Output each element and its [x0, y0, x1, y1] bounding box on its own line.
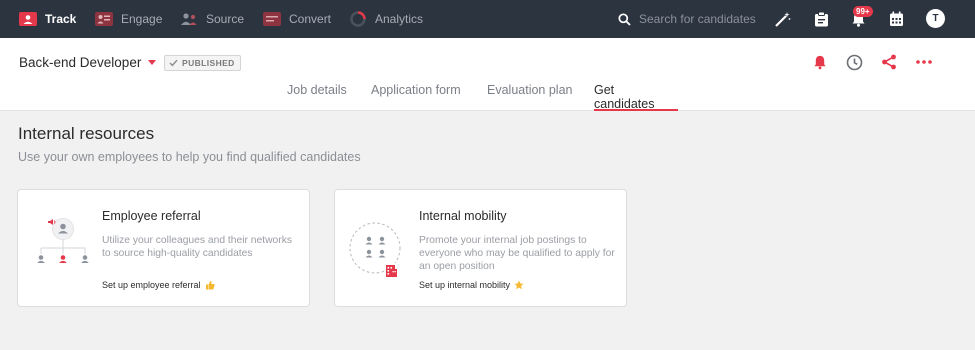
search-icon — [618, 12, 631, 26]
status-label: PUBLISHED — [182, 58, 235, 68]
nav-item-label: Convert — [289, 12, 332, 26]
setup-employee-referral-link[interactable]: Set up employee referral — [102, 280, 215, 290]
job-header: Back-end Developer PUBLISHED Job details… — [0, 38, 975, 111]
setup-internal-mobility-link[interactable]: Set up internal mobility — [419, 280, 524, 290]
share-icon[interactable] — [879, 52, 899, 72]
tab-get-candidates[interactable]: Get candidates — [594, 83, 678, 111]
nav-item-label: Track — [45, 12, 77, 26]
engage-icon — [95, 10, 113, 28]
employee-referral-card[interactable]: Employee referral Utilize your colleague… — [17, 189, 310, 307]
link-label: Set up internal mobility — [419, 280, 511, 290]
section-subtitle: Use your own employees to help you find … — [18, 150, 361, 164]
nav-item-source[interactable]: Source — [180, 0, 244, 38]
job-title-dropdown[interactable]: Back-end Developer — [19, 55, 157, 70]
nav-item-label: Engage — [121, 12, 163, 26]
tab-job-details[interactable]: Job details — [287, 83, 347, 111]
more-options-icon[interactable] — [914, 52, 934, 72]
notifications-badge: 99+ — [853, 6, 873, 17]
internal-mobility-card[interactable]: Internal mobility Promote your internal … — [334, 189, 627, 307]
link-label: Set up employee referral — [102, 280, 201, 290]
nav-item-engage[interactable]: Engage — [95, 0, 162, 38]
referral-network-illustration — [28, 210, 98, 280]
nav-item-label: Source — [206, 12, 245, 26]
job-title-label: Back-end Developer — [19, 55, 142, 70]
clipboard-icon[interactable] — [811, 9, 831, 29]
thumbs-up-icon — [205, 280, 215, 290]
tab-evaluation-plan[interactable]: Evaluation plan — [487, 83, 572, 111]
card-description: Promote your internal job postings to ev… — [419, 235, 615, 272]
source-icon — [180, 10, 198, 28]
user-avatar[interactable]: T — [926, 9, 945, 28]
top-navigation-bar: Track Engage Source Convert Analytics Se… — [0, 0, 975, 38]
internal-mobility-illustration — [345, 210, 415, 280]
tab-application-form[interactable]: Application form — [371, 83, 461, 111]
calendar-icon[interactable] — [886, 9, 906, 29]
analytics-icon — [349, 10, 367, 28]
check-icon — [169, 59, 178, 67]
bell-icon[interactable] — [810, 52, 830, 72]
card-description: Utilize your colleagues and their networ… — [102, 235, 293, 259]
track-icon — [19, 10, 37, 28]
search-placeholder: Search for candidates — [639, 12, 756, 26]
card-title: Employee referral — [102, 209, 201, 223]
caret-down-icon — [148, 60, 157, 65]
clock-icon[interactable] — [844, 52, 864, 72]
status-badge: PUBLISHED — [164, 55, 241, 71]
card-title: Internal mobility — [419, 209, 507, 223]
magic-wand-icon[interactable] — [772, 9, 792, 29]
nav-item-convert[interactable]: Convert — [263, 0, 331, 38]
search-field[interactable]: Search for candidates — [618, 0, 756, 38]
section-title: Internal resources — [18, 124, 155, 143]
job-tabs: Job details Application form Evaluation … — [0, 83, 975, 111]
star-icon — [514, 280, 524, 290]
nav-item-label: Analytics — [375, 12, 424, 26]
convert-icon — [263, 10, 281, 28]
nav-item-track[interactable]: Track — [19, 0, 76, 38]
nav-item-analytics[interactable]: Analytics — [349, 0, 423, 38]
